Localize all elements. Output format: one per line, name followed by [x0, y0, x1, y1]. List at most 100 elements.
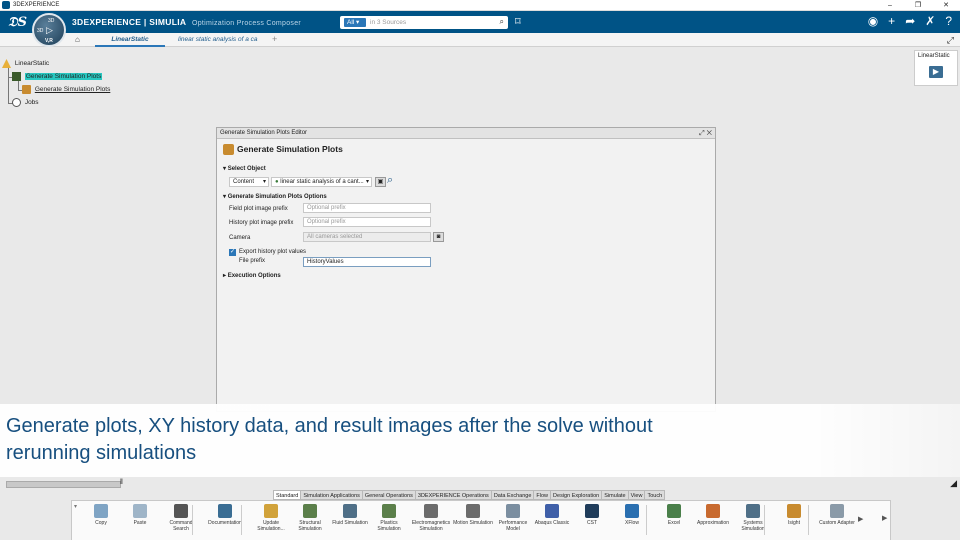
- tool-button[interactable]: Custom Adapter: [817, 504, 857, 526]
- add-icon[interactable]: +: [888, 14, 895, 28]
- home-icon[interactable]: ⌂: [75, 35, 80, 44]
- camera-field[interactable]: All cameras selected: [303, 232, 431, 242]
- close-icon[interactable]: ✕: [707, 130, 712, 137]
- tool-button[interactable]: Documentation: [205, 504, 245, 526]
- play-icon[interactable]: ▷: [46, 25, 53, 36]
- object-select-value: linear static analysis of a cant...: [280, 179, 364, 185]
- window-title: 3DEXPERIENCE: [13, 2, 60, 8]
- editor-header-title: Generate Simulation Plots Editor: [220, 130, 308, 136]
- chevron-down-icon: ▾: [365, 178, 369, 186]
- more-icon[interactable]: ▶: [882, 514, 887, 522]
- tool-label: Approximation: [697, 520, 729, 526]
- search-input[interactable]: in 3 Sources: [370, 19, 406, 26]
- restore-button[interactable]: ❐: [904, 0, 932, 11]
- tool-button[interactable]: Performance Model: [493, 504, 533, 532]
- tool-label: Systems Simulation: [741, 520, 765, 532]
- tool-label: Plastics Simulation: [377, 520, 401, 532]
- editor-header-buttons: ⤢ ✕: [699, 128, 712, 139]
- section-tab[interactable]: Flow: [533, 490, 552, 500]
- type-select[interactable]: Content ▾: [229, 177, 269, 187]
- tool-button[interactable]: Structural Simulation: [290, 504, 330, 532]
- tool-button[interactable]: Systems Simulation: [733, 504, 773, 532]
- separator: [646, 505, 647, 535]
- tool-button[interactable]: Paste: [120, 504, 160, 526]
- export-checkbox[interactable]: ✓: [229, 249, 236, 256]
- tab-linear-static-analysis[interactable]: linear static analysis of a ca: [178, 33, 268, 47]
- resize-icon[interactable]: ◢: [950, 478, 957, 489]
- maximize-icon[interactable]: ⤢: [699, 130, 705, 137]
- section-options[interactable]: ▾ Generate Simulation Plots Options: [223, 193, 327, 200]
- tool-button[interactable]: CST: [572, 504, 612, 526]
- share-icon[interactable]: ➦: [905, 14, 915, 28]
- section-options-label: Generate Simulation Plots Options: [227, 194, 327, 200]
- history-prefix-input[interactable]: Optional prefix: [303, 217, 431, 227]
- tool-button[interactable]: Command Search: [161, 504, 201, 532]
- search-icon[interactable]: ⌕: [387, 174, 393, 187]
- add-tab-button[interactable]: +: [272, 34, 277, 44]
- performance-model-icon: [506, 504, 520, 518]
- tree-jobs[interactable]: Jobs: [12, 98, 39, 108]
- search-box[interactable]: All ▾ in 3 Sources ⌕: [340, 16, 508, 29]
- tab-linearstatic[interactable]: LinearStatic: [95, 33, 165, 47]
- tool-button[interactable]: Copy: [81, 504, 121, 526]
- tree-child-generate-plots[interactable]: Generate Simulation Plots: [22, 85, 110, 95]
- expand-icon[interactable]: ⤢: [947, 35, 954, 46]
- collapse-icon[interactable]: ▾: [74, 503, 77, 510]
- section-tab[interactable]: Simulate: [601, 490, 629, 500]
- section-tab[interactable]: 3DEXPERIENCE Operations: [414, 490, 492, 500]
- copy-icon: [94, 504, 108, 518]
- section-tabs: Standard Simulation Applications General O…: [273, 490, 666, 500]
- help-icon[interactable]: ?: [945, 14, 952, 28]
- window-title-bar: 3DEXPERIENCE – ❐ ✕: [0, 0, 960, 11]
- tool-button[interactable]: Fluid Simulation: [330, 504, 370, 526]
- tool-label: Electromagnetics Simulation: [411, 520, 451, 532]
- editor-title: Generate Simulation Plots: [223, 144, 343, 156]
- section-tab[interactable]: Design Exploration: [550, 490, 603, 500]
- tool-button[interactable]: Approximation: [693, 504, 733, 526]
- simulation-icon[interactable]: ▶: [929, 66, 943, 78]
- tool-button[interactable]: Abaqus Classic: [532, 504, 572, 526]
- scroll-handle-icon[interactable]: ‖: [120, 479, 123, 486]
- section-execution[interactable]: ▸ Execution Options: [223, 272, 281, 279]
- section-tab[interactable]: Standard: [273, 490, 302, 500]
- object-select[interactable]: ● linear static analysis of a cant... ▾: [271, 177, 372, 187]
- section-tab[interactable]: View: [627, 490, 646, 500]
- search-icon[interactable]: ⌕: [500, 17, 504, 27]
- ds-logo-icon[interactable]: 𝔇S: [8, 15, 27, 30]
- tools-icon[interactable]: ✗: [925, 14, 935, 28]
- app-logo-icon: [2, 1, 10, 9]
- tree-node-generate-plots[interactable]: Generate Simulation Plots: [12, 72, 103, 82]
- window-controls: – ❐ ✕: [876, 0, 960, 11]
- right-panel[interactable]: LinearStatic ▶: [914, 50, 958, 86]
- user-icon[interactable]: ◉: [868, 14, 878, 28]
- caption-overlay: Generate plots, XY history data, and res…: [0, 404, 960, 477]
- update-simulation-icon: [264, 504, 278, 518]
- field-prefix-input[interactable]: Optional prefix: [303, 203, 431, 213]
- editor-title-text: Generate Simulation Plots: [237, 144, 343, 154]
- camera-icon[interactable]: ◙: [433, 232, 444, 242]
- select-in-view-button[interactable]: ▣: [375, 177, 386, 187]
- section-tab[interactable]: General Operations: [361, 490, 416, 500]
- section-tab[interactable]: Simulation Applications: [300, 490, 363, 500]
- tool-button[interactable]: Update Simulation...: [251, 504, 291, 532]
- tool-button[interactable]: Excel: [654, 504, 694, 526]
- tree-root[interactable]: LinearStatic: [2, 59, 49, 69]
- scroll-right-icon[interactable]: ▶: [858, 515, 863, 523]
- horizontal-scrollbar[interactable]: [6, 481, 121, 488]
- compass-widget[interactable]: 3D 3D ▷ V,R: [32, 13, 66, 47]
- tool-button[interactable]: Motion Simulation: [453, 504, 493, 526]
- minimize-button[interactable]: –: [876, 0, 904, 11]
- section-select-object[interactable]: ▾ Select Object: [223, 165, 266, 172]
- plots-icon: [22, 85, 31, 94]
- section-tab[interactable]: Data Exchange: [490, 490, 535, 500]
- section-tab[interactable]: Touch: [644, 490, 666, 500]
- top-icons: ◉ + ➦ ✗ ?: [868, 14, 952, 28]
- tag-icon[interactable]: ⌑: [515, 15, 521, 28]
- jobs-icon: [12, 98, 21, 107]
- tool-button[interactable]: Plastics Simulation: [369, 504, 409, 532]
- search-scope-dropdown[interactable]: All ▾: [344, 18, 366, 27]
- file-prefix-input[interactable]: HistoryValues: [303, 257, 431, 267]
- close-button[interactable]: ✕: [932, 0, 960, 11]
- brand: 3DEXPERIENCE | SIMULIA Optimization Proc…: [72, 17, 301, 27]
- tool-button[interactable]: Electromagnetics Simulation: [411, 504, 451, 532]
